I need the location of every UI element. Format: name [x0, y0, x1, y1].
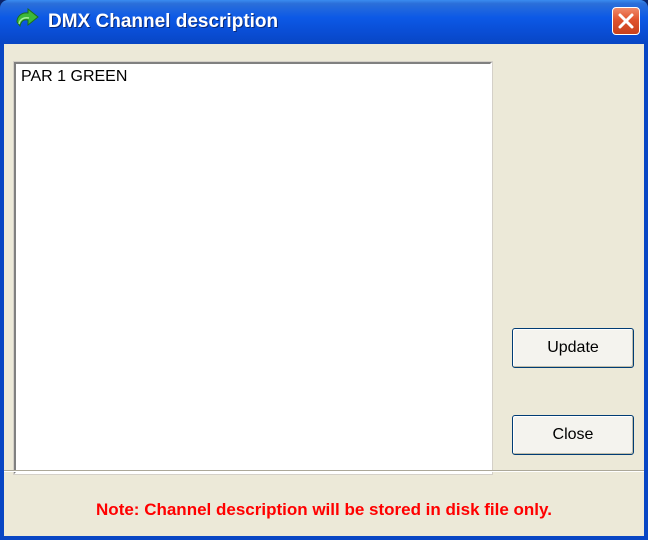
channel-description-input[interactable] [16, 64, 490, 472]
close-window-button[interactable] [612, 7, 640, 35]
window-title: DMX Channel description [48, 11, 279, 32]
window-frame-right [644, 44, 648, 540]
dialog-client-area: Update Close Note: Channel description w… [4, 44, 644, 536]
close-button[interactable]: Close [512, 415, 634, 455]
green-arrow-icon [14, 7, 40, 34]
storage-note: Note: Channel description will be stored… [96, 500, 552, 519]
description-textbox-frame [13, 61, 493, 475]
divider [4, 470, 644, 472]
title-bar[interactable]: DMX Channel description [0, 0, 648, 44]
update-button[interactable]: Update [512, 328, 634, 368]
dmx-channel-description-window: DMX Channel description Update Close Not… [0, 0, 648, 540]
close-x-icon [618, 13, 634, 29]
window-frame-bottom [0, 536, 648, 540]
